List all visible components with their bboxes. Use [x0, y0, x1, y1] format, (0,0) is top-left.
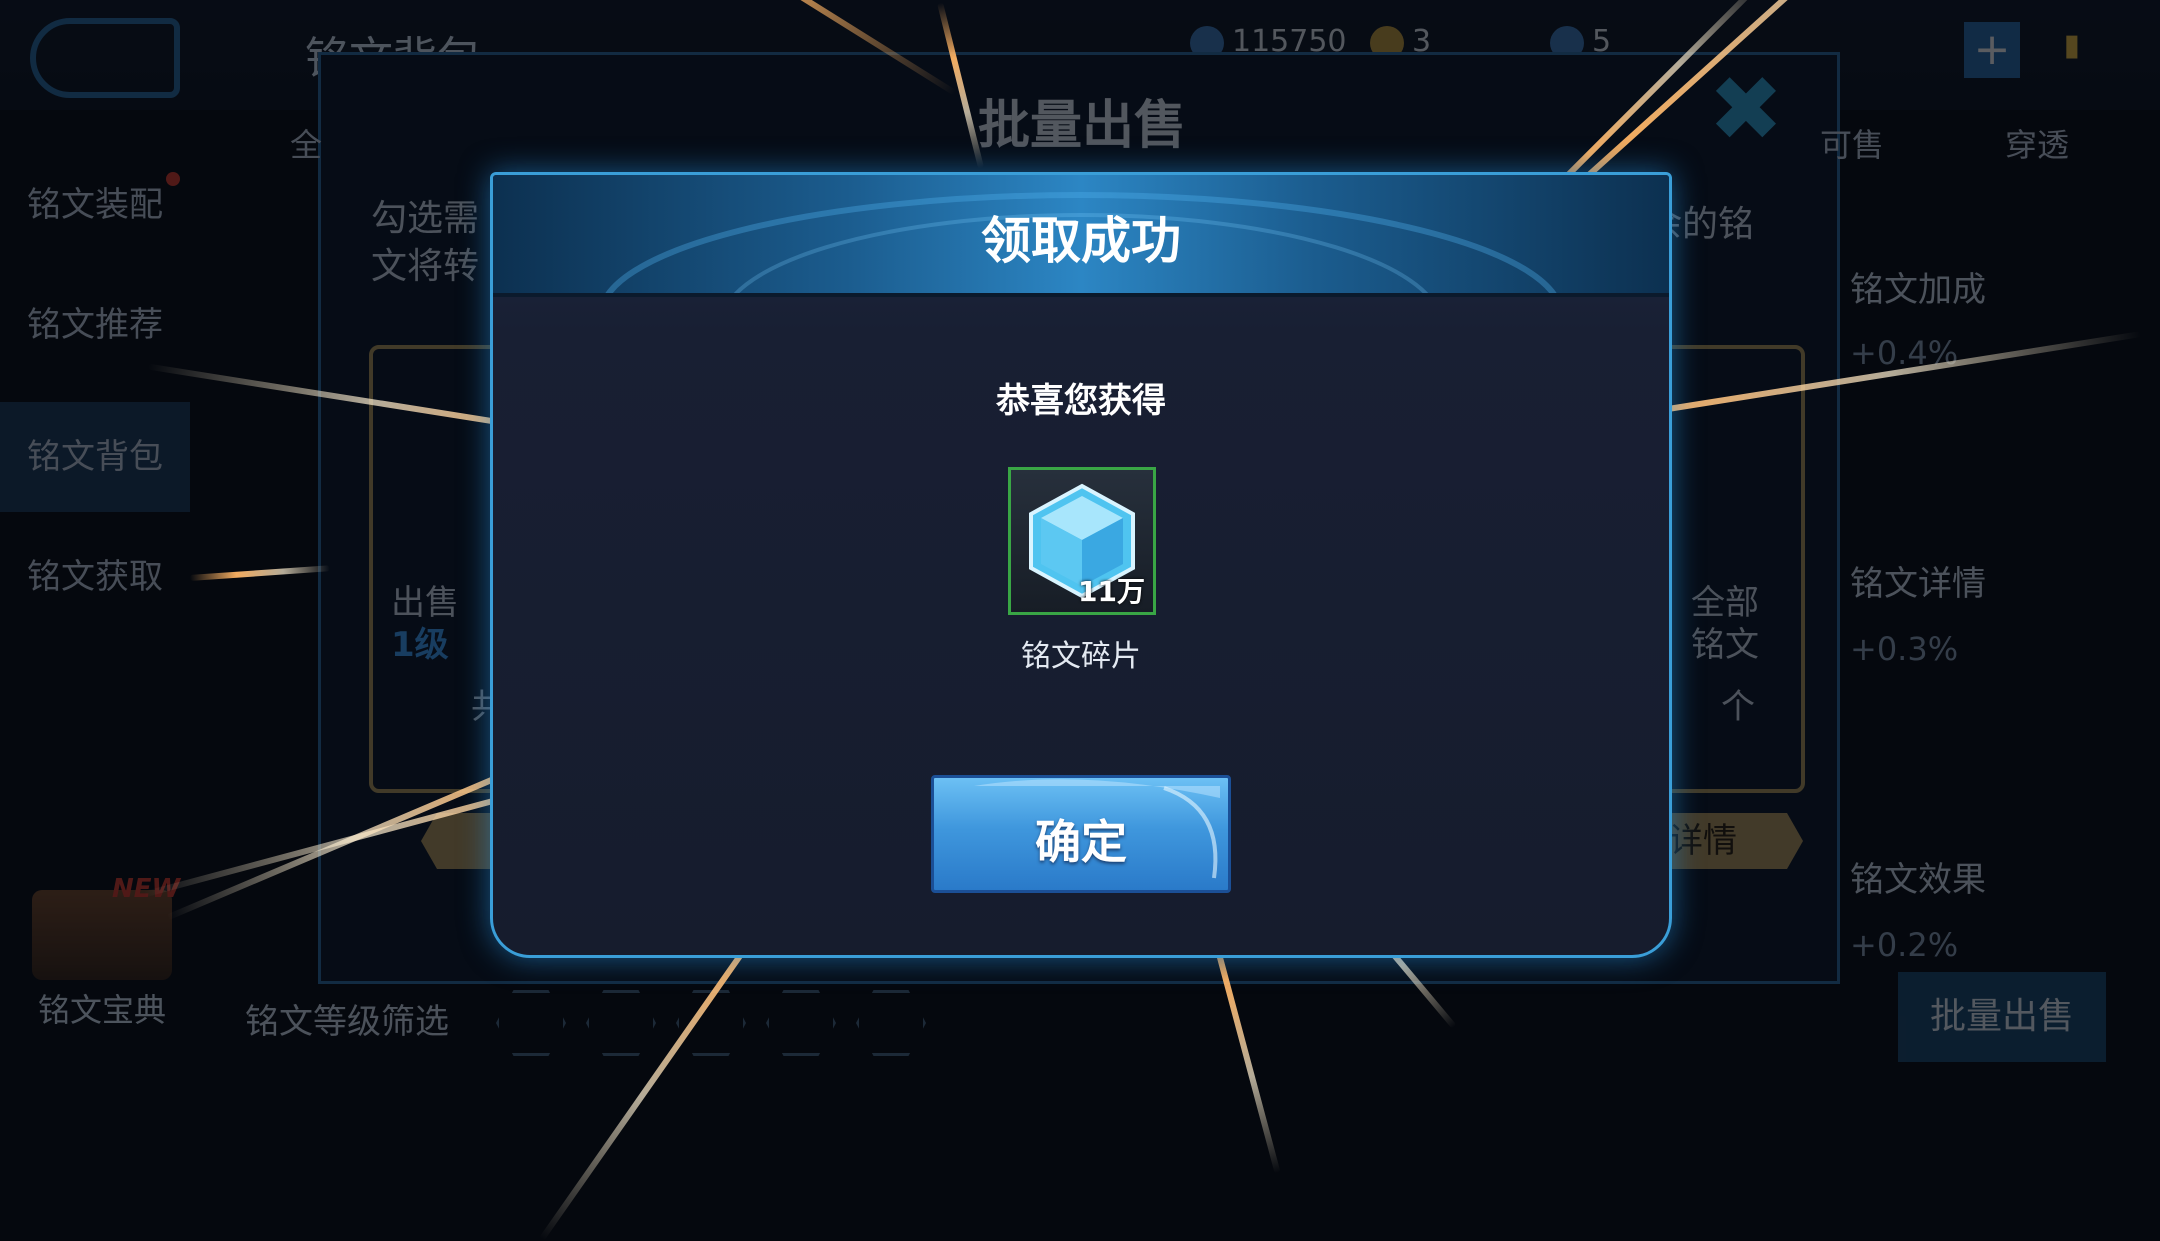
- sell-left-level: 1级: [391, 625, 449, 665]
- dialog-subtitle: 恭喜您获得: [996, 381, 1166, 421]
- level-filter-hex[interactable]: [766, 990, 836, 1056]
- sidebar-item-bag[interactable]: 铭文背包: [0, 402, 190, 512]
- tab-penetration[interactable]: 穿透: [2005, 120, 2069, 166]
- tab-all[interactable]: 全: [290, 120, 322, 166]
- confirm-button[interactable]: 确定: [931, 775, 1231, 893]
- confirm-button-label: 确定: [1035, 815, 1127, 869]
- effect-value: +0.3%: [1850, 630, 1959, 668]
- sell-right-count: 个: [1721, 687, 1755, 727]
- sell-description-left: 勾选需 文将转: [371, 198, 480, 287]
- level-filter-hex[interactable]: [856, 990, 926, 1056]
- level-filter-hex[interactable]: [496, 990, 566, 1056]
- reward-item[interactable]: 11万: [1008, 467, 1156, 615]
- reward-dialog: 领取成功 恭喜您获得 11万 铭文碎片 确定: [490, 172, 1672, 958]
- codex-button[interactable]: NEW 铭文宝典: [22, 874, 182, 1029]
- level-filter-hex[interactable]: [586, 990, 656, 1056]
- effect-value: +0.2%: [1850, 926, 1959, 964]
- effect-title: 铭文加成: [1850, 270, 1986, 310]
- sidebar-item-equip[interactable]: 铭文装配: [0, 150, 190, 260]
- sidebar-item-recommend[interactable]: 铭文推荐: [0, 270, 190, 380]
- sidebar-item-obtain[interactable]: 铭文获取: [0, 522, 190, 632]
- dialog-title: 领取成功: [981, 212, 1181, 270]
- back-button[interactable]: [30, 18, 180, 98]
- reward-quantity: 11万: [1078, 575, 1145, 608]
- reward-name: 铭文碎片: [1021, 639, 1141, 674]
- batch-sell-button[interactable]: 批量出售: [1898, 972, 2106, 1062]
- effect-title: 铭文详情: [1850, 564, 1986, 604]
- codex-label: 铭文宝典: [37, 991, 166, 1029]
- effect-title: 铭文效果: [1850, 860, 1986, 900]
- tab-sellable[interactable]: 可售: [1820, 120, 1884, 166]
- signal-icon: ▮: [2063, 28, 2080, 63]
- sell-right-sublabel: 铭文: [1691, 625, 1759, 665]
- notification-dot: [166, 172, 180, 186]
- level-filter-label: 铭文等级筛选: [245, 1002, 449, 1042]
- close-icon[interactable]: ✖: [1701, 65, 1791, 155]
- dialog-header: 领取成功: [493, 175, 1669, 297]
- add-resource-button[interactable]: +: [1964, 22, 2020, 78]
